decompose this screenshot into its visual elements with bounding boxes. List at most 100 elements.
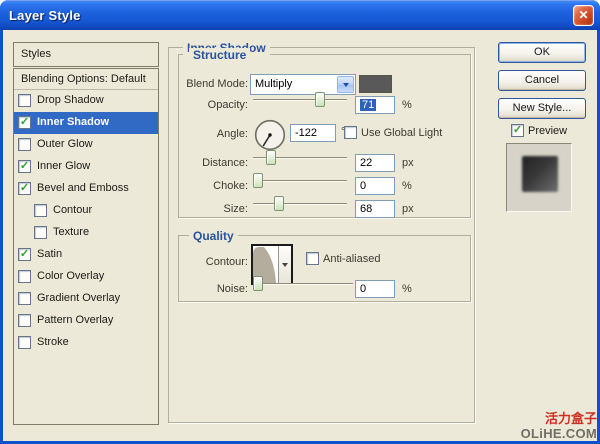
blending-options-label: Blending Options: Default	[21, 73, 146, 85]
choke-input[interactable]: 0	[355, 177, 395, 195]
sidebar-item-label: Pattern Overlay	[37, 314, 113, 326]
inner-glow-checkbox[interactable]: ✓	[18, 160, 31, 173]
noise-slider[interactable]	[253, 276, 353, 291]
distance-slider-thumb[interactable]	[266, 150, 276, 165]
close-icon: ✕	[578, 8, 588, 22]
stroke-checkbox[interactable]	[18, 336, 31, 349]
window-title: Layer Style	[9, 8, 81, 23]
opacity-value: 71	[360, 99, 376, 111]
opacity-input[interactable]: 71	[355, 96, 395, 114]
size-unit: px	[402, 203, 414, 215]
angle-dial[interactable]	[254, 119, 286, 151]
slider-track[interactable]	[253, 203, 347, 204]
sidebar-item-blending-options[interactable]: Blending Options: Default	[14, 69, 158, 90]
ok-button[interactable]: OK	[498, 42, 586, 63]
slider-track[interactable]	[253, 283, 353, 284]
distance-label: Distance:	[163, 157, 248, 169]
opacity-unit: %	[402, 99, 412, 111]
angle-input[interactable]: -122	[290, 124, 336, 142]
contour-checkbox[interactable]	[34, 204, 47, 217]
close-button[interactable]: ✕	[573, 5, 594, 26]
anti-aliased-checkbox[interactable]	[306, 252, 319, 265]
sidebar-item-pattern-overlay[interactable]: Pattern Overlay	[14, 310, 158, 332]
choke-slider[interactable]	[253, 173, 347, 188]
sidebar-item-inner-shadow[interactable]: ✓ Inner Shadow	[14, 112, 158, 134]
sidebar-item-label: Texture	[53, 226, 89, 238]
layer-style-dialog: Layer Style ✕ Styles Blending Options: D…	[0, 0, 600, 444]
sidebar-item-label: Inner Shadow	[37, 116, 109, 128]
distance-value: 22	[360, 157, 372, 169]
opacity-slider[interactable]	[253, 92, 347, 107]
noise-slider-thumb[interactable]	[253, 276, 263, 291]
inner-shadow-checkbox[interactable]: ✓	[18, 116, 31, 129]
check-icon: ✓	[20, 161, 29, 172]
pattern-overlay-checkbox[interactable]	[18, 314, 31, 327]
blend-mode-label: Blend Mode:	[163, 78, 248, 90]
check-icon: ✓	[20, 183, 29, 194]
noise-unit: %	[402, 283, 412, 295]
bevel-and-emboss-checkbox[interactable]: ✓	[18, 182, 31, 195]
watermark-line2: OLiHE.COM	[521, 426, 597, 441]
check-icon: ✓	[20, 117, 29, 128]
preview-label: Preview	[528, 125, 567, 137]
style-preview-thumbnail	[506, 143, 572, 212]
structure-legend: Structure	[189, 48, 250, 62]
noise-value: 0	[360, 283, 366, 295]
sidebar-item-drop-shadow[interactable]: Drop Shadow	[14, 90, 158, 112]
choke-value: 0	[360, 180, 366, 192]
cancel-button[interactable]: Cancel	[498, 70, 586, 91]
size-value: 68	[360, 203, 372, 215]
size-label: Size:	[163, 203, 248, 215]
sidebar-item-label: Drop Shadow	[37, 94, 104, 106]
choke-slider-thumb[interactable]	[253, 173, 263, 188]
drop-shadow-checkbox[interactable]	[18, 94, 31, 107]
choke-label: Choke:	[163, 180, 248, 192]
color-overlay-checkbox[interactable]	[18, 270, 31, 283]
check-icon: ✓	[20, 249, 29, 260]
sidebar-item-contour[interactable]: Contour	[14, 200, 158, 222]
sidebar-item-satin[interactable]: ✓ Satin	[14, 244, 158, 266]
distance-slider[interactable]	[253, 150, 347, 165]
noise-label: Noise:	[163, 283, 248, 295]
sidebar-item-label: Inner Glow	[37, 160, 90, 172]
quality-legend: Quality	[189, 229, 238, 243]
distance-unit: px	[402, 157, 414, 169]
noise-input[interactable]: 0	[355, 280, 395, 298]
preview-checkbox[interactable]: ✓	[511, 124, 524, 137]
sidebar-item-label: Satin	[37, 248, 62, 260]
use-global-light-checkbox[interactable]	[344, 126, 357, 139]
distance-input[interactable]: 22	[355, 154, 395, 172]
size-slider-thumb[interactable]	[274, 196, 284, 211]
sidebar-item-texture[interactable]: Texture	[14, 222, 158, 244]
size-slider[interactable]	[253, 196, 347, 211]
sidebar-item-bevel-and-emboss[interactable]: ✓ Bevel and Emboss	[14, 178, 158, 200]
sidebar-item-inner-glow[interactable]: ✓ Inner Glow	[14, 156, 158, 178]
use-global-light-label: Use Global Light	[361, 127, 442, 139]
new-style-button[interactable]: New Style...	[498, 98, 586, 119]
blend-mode-value: Multiply	[255, 78, 292, 90]
sidebar-item-color-overlay[interactable]: Color Overlay	[14, 266, 158, 288]
opacity-label: Opacity:	[163, 99, 248, 111]
sidebar-item-gradient-overlay[interactable]: Gradient Overlay	[14, 288, 158, 310]
gradient-overlay-checkbox[interactable]	[18, 292, 31, 305]
angle-label: Angle:	[163, 128, 248, 140]
sidebar-item-label: Color Overlay	[37, 270, 104, 282]
satin-checkbox[interactable]: ✓	[18, 248, 31, 261]
watermark-line1: 活力盒子	[521, 411, 597, 426]
texture-checkbox[interactable]	[34, 226, 47, 239]
chevron-down-icon	[282, 263, 288, 267]
outer-glow-checkbox[interactable]	[18, 138, 31, 151]
opacity-slider-thumb[interactable]	[315, 92, 325, 107]
sidebar-item-label: Outer Glow	[37, 138, 93, 150]
slider-track[interactable]	[253, 99, 347, 100]
size-input[interactable]: 68	[355, 200, 395, 218]
chevron-down-icon	[343, 83, 349, 87]
sidebar-item-label: Bevel and Emboss	[37, 182, 129, 194]
title-bar[interactable]: Layer Style ✕	[0, 0, 600, 30]
slider-track[interactable]	[253, 180, 347, 181]
shadow-color-swatch[interactable]	[359, 75, 392, 93]
anti-aliased-label: Anti-aliased	[323, 253, 380, 265]
dropdown-arrow-button[interactable]	[337, 76, 354, 93]
sidebar-item-stroke[interactable]: Stroke	[14, 332, 158, 354]
sidebar-item-outer-glow[interactable]: Outer Glow	[14, 134, 158, 156]
